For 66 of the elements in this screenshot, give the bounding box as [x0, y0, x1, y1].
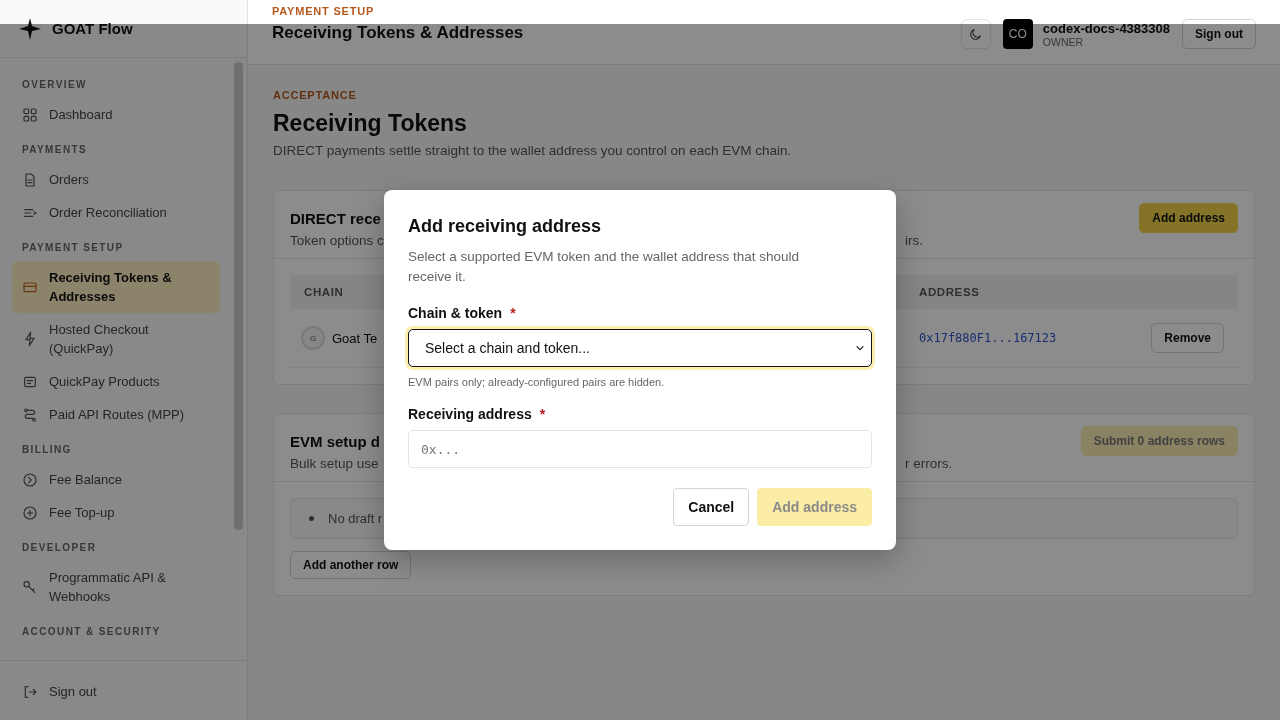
section-heading: ACCOUNT & SECURITY — [21, 625, 162, 639]
bullet-icon — [309, 516, 314, 521]
sidebar-item[interactable]: Hosted Checkout (QuickPay) — [12, 313, 220, 365]
required-mark: * — [510, 305, 516, 321]
moon-icon — [968, 26, 984, 42]
user-role: OWNER — [1042, 35, 1085, 48]
sidebar-item[interactable]: Receiving Tokens & Addresses — [12, 261, 220, 313]
page-description: DIRECT payments settle straight to the wallet address you control on each EVM chain. — [273, 143, 793, 158]
field-hint: EVM pairs only; already-configured pairs are hidden. — [408, 376, 666, 388]
wallet-address: 0x17f880F1...167123 — [919, 331, 1057, 345]
page-title: Receiving Tokens — [273, 110, 468, 137]
remove-button[interactable]: Remove — [1151, 323, 1224, 353]
dialog-title: Add receiving address — [408, 216, 603, 237]
nav-icon — [22, 504, 38, 521]
section-heading: OVERVIEW — [21, 78, 88, 92]
nav-icon — [22, 279, 38, 295]
chain-name: Goat Te — [332, 330, 378, 346]
page-eyebrow: PAYMENT SETUP — [272, 5, 376, 17]
sidebar-item[interactable]: Dashboard — [12, 98, 220, 131]
card-subtitle: Bulk setup use — [290, 456, 379, 471]
card-title: EVM setup d — [290, 432, 380, 450]
sidebar-item[interactable]: Paid API Routes (MPP) — [12, 398, 220, 431]
sidebar-item[interactable]: Fee Balance — [12, 463, 220, 496]
user-avatar: CO — [1002, 19, 1033, 49]
card-subtitle: irs. — [905, 233, 923, 248]
cancel-button[interactable]: Cancel — [673, 488, 750, 526]
column-header: CHAIN — [304, 286, 344, 298]
nav-icon — [22, 331, 38, 347]
section-heading: DEVELOPER — [21, 541, 98, 555]
section-heading: PAYMENT SETUP — [21, 241, 125, 255]
sidebar-item[interactable]: Programmatic API & Webhooks — [12, 561, 220, 613]
add-address-button[interactable]: Add address — [1139, 203, 1238, 233]
brand-name: GOAT Flow — [52, 20, 133, 37]
sidebar-item[interactable]: Fee Top-up — [12, 496, 220, 529]
dialog-description: Select a supported EVM token and the wallet address that should receive it. — [408, 248, 800, 286]
empty-note-text: No draft r — [328, 511, 383, 526]
sign-out-button[interactable]: Sign out — [1182, 19, 1256, 49]
sidebar-item[interactable]: Orders — [12, 163, 220, 196]
sign-out-icon — [22, 683, 38, 700]
column-header: ADDRESS — [919, 286, 980, 298]
section-heading: BILLING — [21, 443, 73, 457]
nav-icon — [22, 406, 38, 423]
chevron-down-icon — [855, 343, 865, 353]
user-name: codex-docs-4383308 — [1042, 20, 1170, 36]
required-mark: * — [539, 406, 546, 422]
nav-icon — [22, 471, 38, 488]
address-input[interactable]: 0x... — [408, 430, 872, 468]
nav-icon — [22, 106, 38, 123]
chain-token-select[interactable]: Select a chain and token... — [408, 329, 872, 367]
card-subtitle: Token options c — [290, 233, 384, 248]
page-header-title: Receiving Tokens & Addresses — [272, 23, 524, 43]
token-badge: G — [301, 326, 325, 350]
sidebar-item[interactable]: Order Reconciliation — [12, 196, 220, 229]
section-eyebrow: ACCEPTANCE — [273, 89, 358, 101]
nav-icon — [22, 579, 38, 595]
add-row-button[interactable]: Add another row — [290, 551, 412, 579]
card-subtitle: r errors. — [905, 456, 953, 471]
field-label: Receiving address — [408, 406, 532, 422]
scrollbar[interactable] — [234, 62, 243, 530]
sidebar-item[interactable]: QuickPay Products — [12, 365, 220, 398]
theme-toggle-button[interactable] — [960, 19, 991, 49]
card-title: DIRECT rece — [290, 209, 381, 227]
section-heading: PAYMENTS — [21, 143, 89, 157]
nav-icon — [22, 171, 38, 188]
field-label: Chain & token — [408, 305, 503, 321]
sign-out-link[interactable]: Sign out — [12, 675, 220, 708]
